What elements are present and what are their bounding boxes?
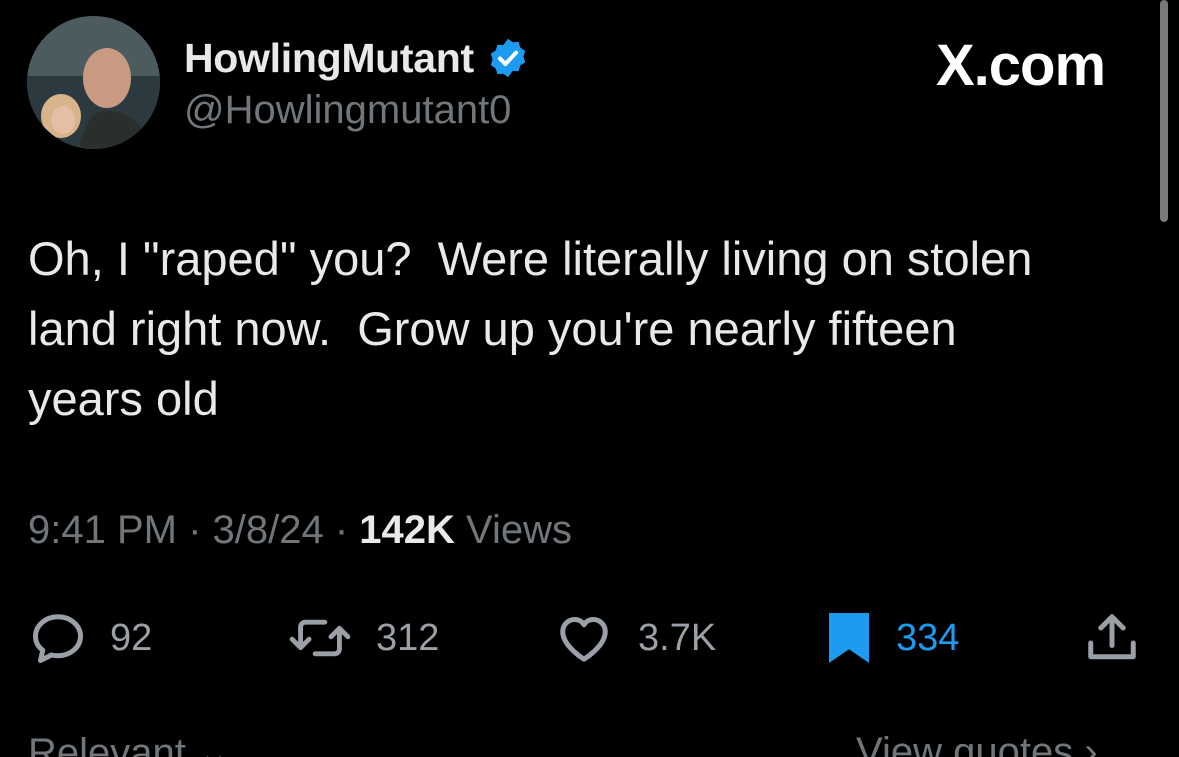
heart-icon [560,617,608,662]
user-handle[interactable]: @Howlingmutant0 [184,88,511,133]
like-button[interactable]: 3.7K [552,606,716,670]
display-name-row: HowlingMutant [184,32,530,84]
like-count: 3.7K [638,616,717,659]
scrollbar[interactable] [1160,0,1168,222]
bookmark-button[interactable]: 334 [824,606,959,670]
tweet-text: Oh, I "raped" you? Were literally living… [28,232,1033,425]
tweet-date[interactable]: 3/8/24 [213,508,324,553]
tweet-actions-bar: 92 312 3.7K 334 [0,606,1179,670]
reply-count: 92 [110,616,153,659]
share-button[interactable] [1082,606,1142,670]
avatar[interactable] [27,16,160,149]
views-label: Views [454,508,572,552]
tweet-page: HowlingMutant @Howlingmutant0 X.com Oh, … [0,0,1179,757]
repost-button[interactable]: 312 [286,606,439,670]
repost-icon [289,619,351,657]
meta-separator: · [176,508,213,552]
share-icon [1088,614,1136,660]
view-quotes-link[interactable]: View quotes › [856,730,1098,757]
display-name[interactable]: HowlingMutant [184,35,474,82]
site-logo: X.com [936,33,1106,98]
sort-replies-dropdown[interactable]: Relevant ⌄ [28,730,231,757]
views-count[interactable]: 142K [359,508,455,553]
bookmark-filled-icon [829,613,869,663]
tweet-meta: 9:41 PM · 3/8/24 · 142K Views [28,508,572,553]
bookmark-count: 334 [896,616,960,659]
meta-separator: · [323,508,360,552]
tweet-time[interactable]: 9:41 PM [28,508,177,553]
verified-badge-icon [486,36,530,80]
repost-count: 312 [376,616,440,659]
reply-icon [33,614,83,663]
reply-button[interactable]: 92 [28,606,152,670]
